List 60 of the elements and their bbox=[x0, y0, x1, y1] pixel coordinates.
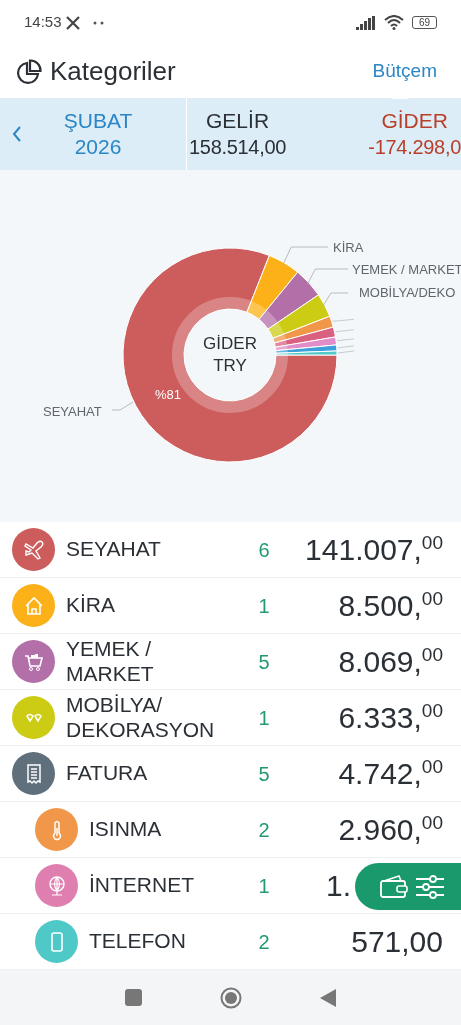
transaction-count: 1 bbox=[257, 705, 271, 731]
year-label: 2026 bbox=[74, 134, 122, 160]
category-amount: 1. bbox=[324, 868, 351, 904]
category-amount: 4.742,$^{00}$ bbox=[337, 755, 443, 792]
total-label: GİDER bbox=[381, 108, 448, 134]
slice-label: KİRA bbox=[333, 240, 364, 255]
wallet-icon bbox=[379, 874, 409, 899]
category-amount: 141.007,$^{00}$ bbox=[304, 531, 443, 568]
transaction-count: 5 bbox=[257, 649, 271, 675]
category-name: SEYAHAT bbox=[66, 536, 161, 561]
category-name: FATURA bbox=[66, 760, 148, 785]
category-name: ISINMA bbox=[89, 816, 162, 841]
leader-line bbox=[322, 292, 349, 307]
home-button[interactable] bbox=[219, 986, 242, 1009]
total-value: 158.514,00 bbox=[189, 135, 287, 160]
transaction-count: 1 bbox=[257, 873, 271, 899]
plane-icon bbox=[22, 538, 45, 561]
filter-sliders-icon bbox=[415, 874, 445, 899]
leader-line bbox=[334, 329, 355, 333]
leader-line bbox=[332, 318, 355, 322]
category-amount: 6.333,$^{00}$ bbox=[337, 699, 443, 736]
leader-line bbox=[336, 338, 355, 342]
back-button[interactable] bbox=[319, 988, 337, 1007]
leader-line bbox=[282, 246, 329, 265]
chart-center-subtitle: TRY bbox=[213, 355, 247, 377]
category-name: İNTERNET bbox=[89, 872, 194, 897]
month-label: ŞUBAT bbox=[63, 108, 133, 134]
transaction-count: 5 bbox=[257, 761, 271, 787]
slice-label: SEYAHAT bbox=[43, 404, 102, 419]
category-amount: 8.500,$^{00}$ bbox=[337, 587, 443, 624]
recent-apps-button[interactable] bbox=[124, 989, 142, 1006]
category-name: YEMEK / MARKET bbox=[66, 635, 155, 686]
clock: 14:53 bbox=[24, 12, 62, 33]
percent-label: %81 bbox=[155, 386, 182, 404]
wifi-icon bbox=[383, 15, 404, 30]
battery-icon: 69 bbox=[411, 16, 437, 29]
category-name: TELEFON bbox=[89, 928, 186, 953]
wallet-filter-button[interactable] bbox=[355, 863, 461, 910]
category-name: MOBİLYA/ DEKORASYON bbox=[66, 691, 216, 742]
category-amount: 2.960,$^{00}$ bbox=[337, 811, 443, 848]
leader-line bbox=[111, 401, 134, 411]
category-amount: 8.069,$^{00}$ bbox=[337, 643, 443, 680]
previous-month-icon bbox=[12, 125, 22, 143]
leader-line bbox=[306, 268, 349, 285]
chart-center-title: GİDER bbox=[203, 333, 257, 355]
budget-link[interactable]: Bütçem bbox=[372, 57, 437, 86]
total-value: -174.298,0 bbox=[368, 135, 461, 160]
category-name: KİRA bbox=[66, 592, 115, 617]
total-label: GELİR bbox=[206, 108, 270, 134]
transaction-count: 6 bbox=[257, 537, 271, 563]
signal-icon bbox=[355, 15, 376, 30]
page-title: Kategoriler bbox=[50, 55, 176, 88]
pie-chart-icon bbox=[16, 58, 42, 85]
app-icon bbox=[65, 15, 80, 30]
transaction-count: 1 bbox=[257, 593, 271, 619]
slice-label: MOBİLYA/DEKO bbox=[359, 285, 456, 300]
category-amount: 571,00 bbox=[350, 924, 443, 960]
transaction-count: 2 bbox=[257, 817, 271, 843]
transaction-count: 2 bbox=[257, 929, 271, 955]
more-icon bbox=[91, 20, 106, 25]
